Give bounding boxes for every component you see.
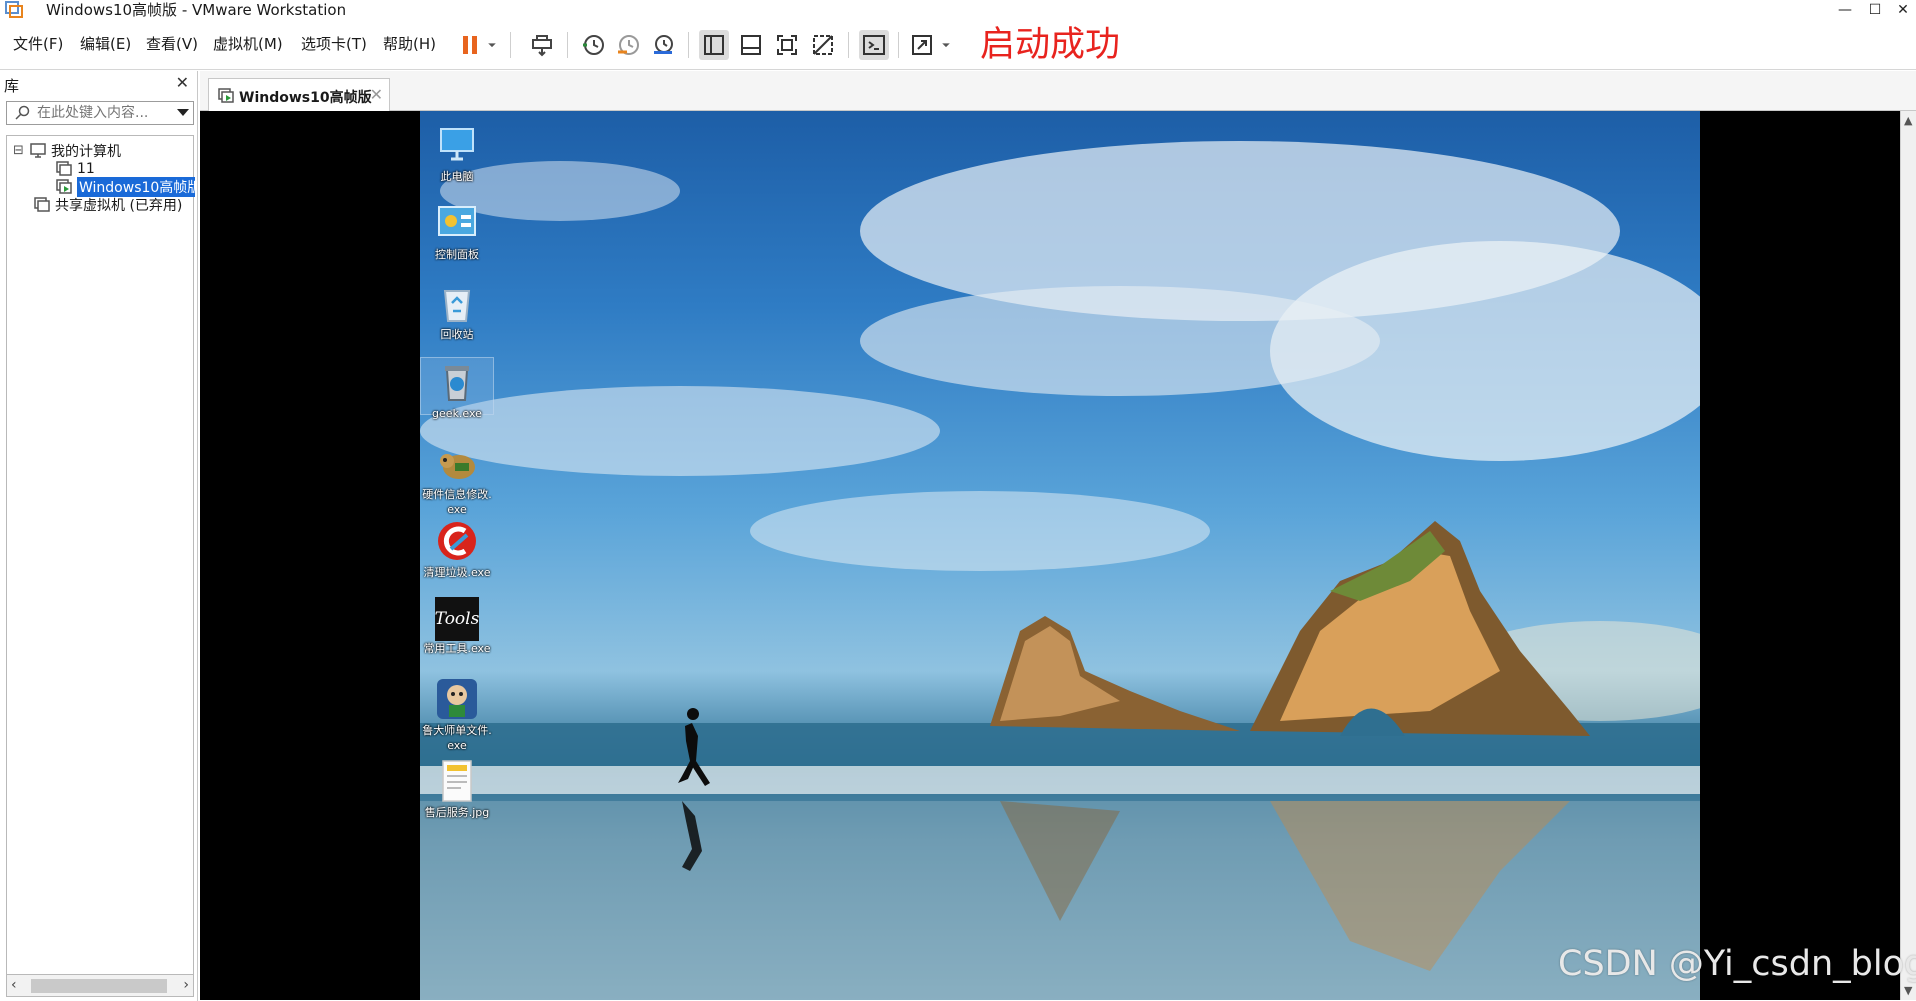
thumbnail-bar-icon[interactable] [736,30,766,60]
vm-icon [56,160,72,176]
control-panel-icon [433,199,481,247]
scroll-thumb[interactable] [31,979,167,993]
stretch-icon[interactable] [907,30,937,60]
tree-item-shared-vms[interactable]: 共享虚拟机 (已弃用) [33,194,182,215]
desktop-icon-cleanup[interactable]: 清理垃圾.exe [420,517,494,580]
search-dropdown-icon[interactable] [177,109,189,116]
shared-vm-icon [34,196,50,212]
menu-help[interactable]: 帮助(H) [383,34,436,54]
vm-vertical-scrollbar[interactable]: ▲ ▼ [1900,111,1916,1000]
desktop-wallpaper [420,141,1700,1000]
guest-desktop[interactable]: 此电脑 控制面板 回收站 geek.exe 硬件信息修改.exe 清理垃圾.ex… [420,111,1700,1000]
menu-toolbar: 文件(F) 编辑(E) 查看(V) 虚拟机(M) 选项卡(T) 帮助(H) 启动… [0,20,1916,70]
menu-edit[interactable]: 编辑(E) [80,34,131,54]
toolbar-separator [567,32,568,58]
toolbar-separator [898,32,899,58]
menu-vm[interactable]: 虚拟机(M) [213,34,283,54]
vm-library-tree: ⊟ 我的计算机 11 Windows10高帧版 共享虚拟机 (已弃用) [6,135,195,975]
vm-console[interactable]: 此电脑 控制面板 回收站 geek.exe 硬件信息修改.exe 清理垃圾.ex… [200,111,1900,1000]
title-bar: Windows10高帧版 - VMware Workstation — ☐ ✕ [0,0,1916,20]
scroll-right-icon[interactable]: › [183,977,189,993]
revert-snapshot-icon[interactable] [613,30,643,60]
startup-success-annotation: 启动成功 [980,25,1121,65]
toolbar-separator [510,32,511,58]
vmware-app-icon [5,1,23,18]
toolbar-separator [688,32,689,58]
unity-icon[interactable] [808,30,838,60]
scroll-up-icon[interactable]: ▲ [1904,114,1912,127]
library-search-box[interactable] [6,101,194,125]
tree-item-label: 11 [77,160,95,177]
desktop-icon-control-panel[interactable]: 控制面板 [420,199,494,262]
pause-icon[interactable] [455,30,485,60]
tree-item-label: 共享虚拟机 (已弃用) [55,197,183,214]
search-icon [15,105,30,120]
scroll-left-icon[interactable]: ‹ [11,977,17,993]
desktop-icon-label: 鲁大师单文件.exe [422,724,492,752]
snapshot-icon[interactable] [578,30,608,60]
minimize-button[interactable]: — [1830,0,1860,20]
desktop-icon-label: 硬件信息修改.exe [422,488,492,516]
pause-dropdown-icon[interactable] [483,30,501,60]
hardware-info-icon [433,439,481,487]
desktop-icon-this-pc[interactable]: 此电脑 [420,121,494,184]
library-title: 库 [4,77,20,95]
close-window-button[interactable]: ✕ [1888,0,1916,20]
library-view-icon[interactable] [699,30,729,60]
desktop-icon-hardware-modifier[interactable]: 硬件信息修改.exe [420,439,494,517]
send-ctrl-alt-del-icon[interactable] [527,30,557,60]
console-view-icon[interactable] [859,30,889,60]
desktop-icon-ludashi[interactable]: 鲁大师单文件.exe [420,675,494,753]
desktop-icon-label: 清理垃圾.exe [423,566,491,579]
vm-running-icon [56,178,72,194]
stretch-dropdown-icon[interactable] [937,30,955,60]
desktop-icon-after-sales[interactable]: 售后服务.jpg [420,757,494,820]
menu-tabs[interactable]: 选项卡(T) [301,34,367,54]
tools-icon: Tools [435,597,479,641]
ccleaner-icon [433,517,481,565]
tools-icon-text: Tools [434,609,480,629]
desktop-icon-common-tools[interactable]: Tools 常用工具.exe [420,597,494,656]
tab-close-icon[interactable]: ✕ [370,85,383,104]
maximize-button[interactable]: ☐ [1860,0,1890,20]
monitor-icon [433,121,481,169]
fullscreen-icon[interactable] [772,30,802,60]
desktop-icon-geek[interactable]: geek.exe [420,357,494,420]
tree-collapse-icon[interactable]: ⊟ [13,143,29,158]
image-file-icon [433,757,481,805]
library-search-input[interactable] [37,103,167,123]
window-title: Windows10高帧版 - VMware Workstation [46,1,347,19]
desktop-icon-label: 常用工具.exe [423,642,491,655]
vm-running-icon [218,88,234,103]
geek-uninstaller-icon [433,358,481,406]
menu-file[interactable]: 文件(F) [13,34,63,54]
desktop-icon-label: 回收站 [440,328,474,341]
tab-label: Windows10高帧版 [239,90,372,106]
menu-view[interactable]: 查看(V) [146,34,198,54]
tab-windows10[interactable]: Windows10高帧版 ✕ [208,78,390,112]
computer-icon [30,142,46,158]
recycle-bin-icon [433,279,481,327]
tab-strip: Windows10高帧版 ✕ [200,71,1916,112]
snapshot-manager-icon[interactable] [648,30,678,60]
desktop-icon-label: geek.exe [432,407,482,420]
desktop-icon-recycle-bin[interactable]: 回收站 [420,279,494,342]
library-panel: 库 ✕ ⊟ 我的计算机 11 Windows10高帧版 共享虚拟机 (已弃用) … [0,71,198,1001]
desktop-icon-label: 售后服务.jpg [424,806,490,819]
scroll-down-icon[interactable]: ▼ [1904,984,1912,997]
csdn-watermark: CSDN @Yi_csdn_blog [1558,944,1916,984]
desktop-icon-label: 控制面板 [435,248,479,261]
library-horizontal-scrollbar[interactable]: ‹ › [6,975,194,997]
library-close-button[interactable]: ✕ [176,73,189,92]
desktop-icon-label: 此电脑 [440,170,474,183]
toolbar-separator [848,32,849,58]
ludashi-icon [433,675,481,723]
